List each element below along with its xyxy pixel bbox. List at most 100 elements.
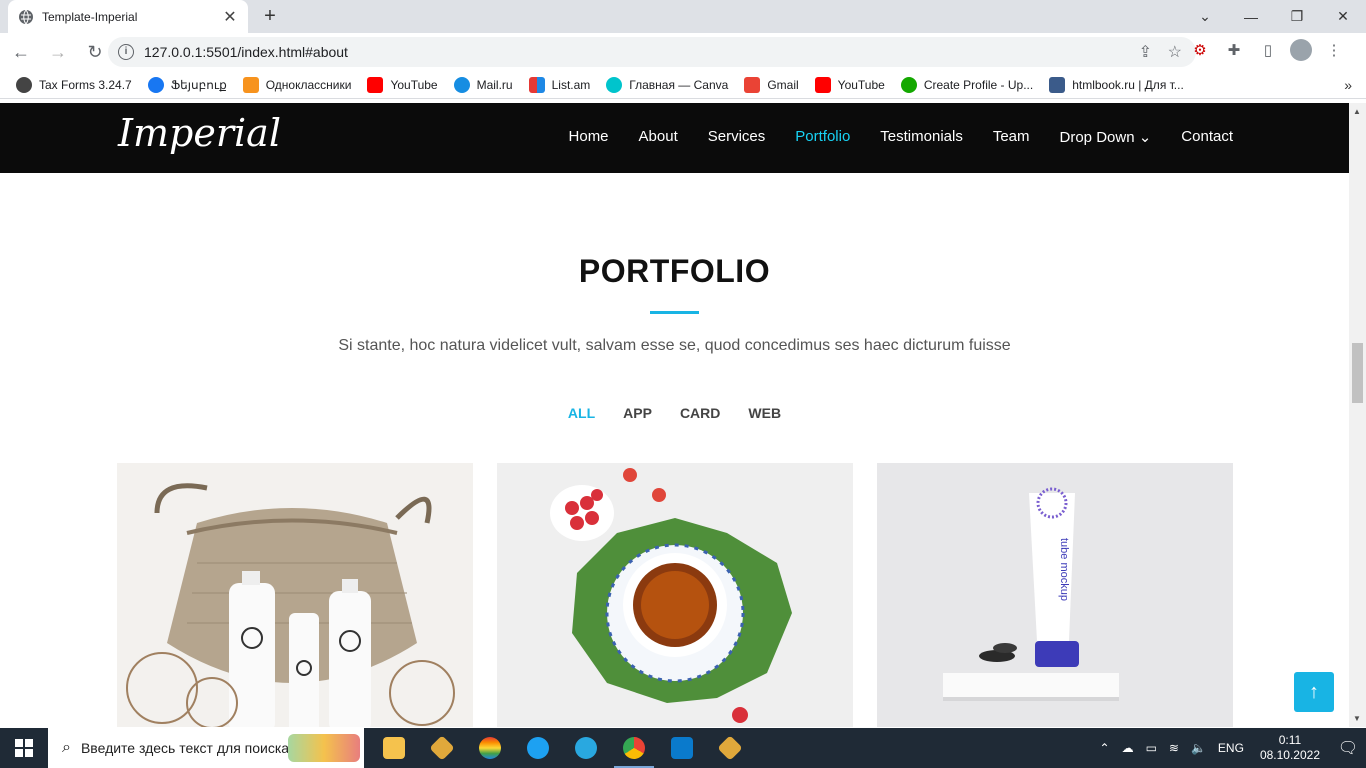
nav-portfolio[interactable]: Portfolio (795, 128, 850, 146)
windows-logo-icon (15, 739, 33, 757)
search-placeholder: Введите здесь текст для поиска (80, 740, 290, 756)
bookmarks-bar: Tax Forms 3.24.7 Ֆեյսբուք Одноклассники … (0, 71, 1366, 99)
filter-card[interactable]: CARD (680, 405, 720, 421)
title-divider (650, 311, 699, 314)
extensions-puzzle-icon[interactable]: ✚ (1222, 38, 1246, 62)
telegram-icon[interactable] (562, 728, 610, 768)
bookmark-icon (16, 76, 32, 93)
portfolio-filters: ALL APP CARD WEB (0, 405, 1349, 421)
restore-button[interactable]: ❐ (1274, 0, 1320, 33)
nav-home[interactable]: Home (569, 128, 609, 146)
reload-icon[interactable]: ↻ (79, 36, 111, 68)
bookmark-item[interactable]: Главная — Canva (606, 76, 728, 93)
tab-search-icon[interactable]: ⌄ (1182, 0, 1228, 33)
rainbow-app-icon[interactable] (466, 728, 514, 768)
filter-all[interactable]: ALL (568, 405, 595, 421)
browser-toolbar: ← → ↻ i 127.0.0.1:5501/index.html#about … (0, 33, 1366, 71)
url-text: 127.0.0.1:5501/index.html#about (144, 44, 348, 60)
basket-image (126, 483, 455, 727)
windows-start-button[interactable] (0, 728, 48, 768)
portfolio-item-tea[interactable] (497, 463, 853, 727)
bookmark-item[interactable]: Ֆեյսբուք (147, 76, 227, 93)
minimize-button[interactable]: — (1228, 0, 1274, 33)
clock-date: 08.10.2022 (1259, 748, 1320, 762)
bookmark-item[interactable]: Gmail (744, 76, 799, 93)
chevron-down-icon: ⌄ (1138, 129, 1152, 146)
site-header: Imperial Home About Services Portfolio T… (0, 103, 1349, 173)
back-icon[interactable]: ← (5, 36, 37, 68)
git-icon[interactable] (418, 728, 466, 768)
nav-team[interactable]: Team (993, 128, 1030, 146)
facebook-icon (147, 76, 164, 93)
filter-app[interactable]: APP (623, 405, 652, 421)
share-icon[interactable]: ⇪ (1139, 42, 1152, 62)
battery-icon[interactable]: ▭ (1146, 741, 1157, 755)
bookmark-item[interactable]: Tax Forms 3.24.7 (16, 76, 132, 93)
bookmark-item[interactable]: Create Profile - Up... (900, 76, 1033, 93)
filter-web[interactable]: WEB (748, 405, 781, 421)
wifi-icon[interactable]: ≋ (1169, 741, 1179, 755)
git-gui-icon[interactable] (706, 728, 754, 768)
portfolio-item-tube[interactable]: tube mockup (877, 463, 1233, 727)
site-info-icon[interactable]: i (118, 44, 134, 60)
vscode-icon[interactable] (658, 728, 706, 768)
tube-mockup-image: tube mockup (943, 487, 1119, 701)
side-panel-icon[interactable]: ▯ (1256, 38, 1280, 62)
profile-avatar[interactable] (1290, 39, 1312, 61)
nav-dropdown[interactable]: Drop Down ⌄ (1060, 128, 1152, 146)
new-tab-button[interactable]: + (258, 4, 282, 28)
bookmark-star-icon[interactable]: ☆ (1168, 42, 1182, 62)
youtube-icon (814, 76, 831, 93)
scroll-up-icon[interactable]: ▲ (1353, 107, 1361, 116)
bookmark-item[interactable]: htmlbook.ru | Для т... (1049, 76, 1184, 93)
nav-contact[interactable]: Contact (1181, 128, 1233, 146)
more-bookmarks-icon[interactable]: » (1344, 77, 1352, 93)
nav-testimonials[interactable]: Testimonials (880, 128, 963, 146)
tab-title: Template-Imperial (42, 9, 138, 24)
bookmark-item[interactable]: YouTube (367, 76, 438, 93)
bookmark-item[interactable]: YouTube (814, 76, 885, 93)
scrollbar-thumb[interactable] (1352, 343, 1363, 403)
site-logo[interactable]: Imperial (118, 111, 281, 155)
browser-tab[interactable]: Template-Imperial ✕ (8, 0, 248, 33)
language-indicator[interactable]: ENG (1218, 741, 1244, 755)
globe-icon (19, 9, 33, 24)
notification-icon[interactable]: 🗨 (1330, 738, 1366, 758)
volume-icon[interactable]: 🔈 (1191, 741, 1206, 755)
menu-kebab-icon[interactable]: ⋮ (1322, 38, 1346, 62)
page-viewport: Imperial Home About Services Portfolio T… (0, 103, 1349, 727)
system-tray: ⌃ ☁ ▭ ≋ 🔈 ENG 0:11 08.10.2022 🗨 (1094, 728, 1366, 768)
page-scrollbar[interactable]: ▲ ▼ (1349, 103, 1366, 727)
section-title: PORTFOLIO (578, 253, 771, 289)
clock-time: 0:11 (1278, 733, 1302, 747)
arrow-up-icon: ↑ (1309, 680, 1319, 703)
back-to-top-button[interactable]: ↑ (1294, 672, 1334, 712)
list-am-icon (528, 76, 545, 93)
scroll-down-icon[interactable]: ▼ (1353, 714, 1361, 723)
taskbar-search-input[interactable]: ⌕ Введите здесь текст для поиска (48, 728, 364, 768)
upwork-icon (900, 76, 917, 93)
bookmark-item[interactable]: List.am (528, 76, 590, 93)
canva-icon (606, 76, 623, 93)
chevron-up-icon[interactable]: ⌃ (1100, 741, 1110, 755)
tube-label: tube mockup (1058, 538, 1070, 601)
close-tab-icon[interactable]: ✕ (222, 7, 238, 27)
nav-services[interactable]: Services (708, 128, 766, 146)
close-window-button[interactable]: ✕ (1320, 0, 1366, 33)
chrome-icon[interactable] (610, 728, 658, 768)
bookmark-item[interactable]: Одноклассники (242, 76, 351, 93)
windows-taskbar: ⌕ Введите здесь текст для поиска ⌃ ☁ ▭ ≋… (0, 728, 1366, 768)
file-explorer-icon[interactable] (370, 728, 418, 768)
extension-gear-icon[interactable]: ⚙ (1188, 38, 1212, 62)
main-nav: Home About Services Portfolio Testimonia… (569, 128, 1233, 146)
address-bar[interactable]: i 127.0.0.1:5501/index.html#about ⇪ ☆ (108, 37, 1196, 67)
tea-cup-image (550, 468, 792, 723)
cloud-icon[interactable]: ☁ (1122, 741, 1134, 755)
clock[interactable]: 0:11 08.10.2022 (1260, 733, 1320, 763)
forward-icon[interactable]: → (42, 36, 74, 68)
nav-about[interactable]: About (639, 128, 678, 146)
portfolio-item-basket[interactable] (117, 463, 473, 727)
bookmark-item[interactable]: Mail.ru (453, 76, 513, 93)
search-highlight-image (288, 734, 360, 762)
edge-icon[interactable] (514, 728, 562, 768)
